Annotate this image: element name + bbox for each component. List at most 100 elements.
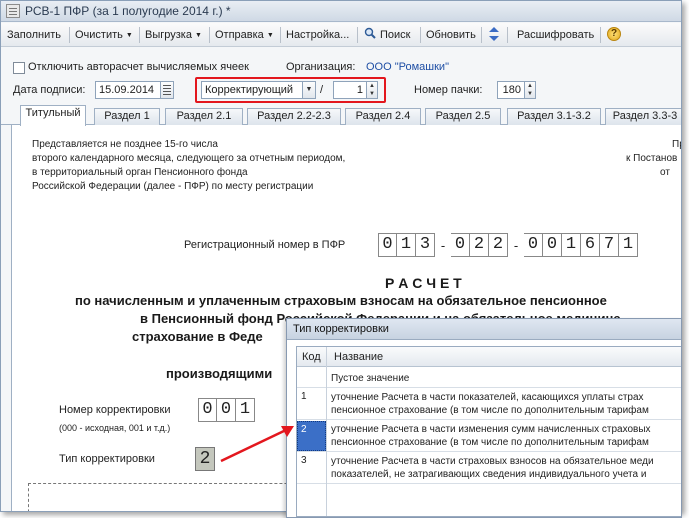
correction-digit[interactable]: 1: [236, 398, 255, 422]
reg-digit[interactable]: 0: [524, 233, 543, 257]
toolbar-separator: [507, 27, 508, 43]
fill-button[interactable]: Заполнить: [7, 26, 61, 44]
settings-button[interactable]: Настройка...: [286, 26, 349, 44]
batch-number-field[interactable]: 180: [497, 81, 525, 99]
column-header-code[interactable]: Код: [302, 347, 321, 367]
document-subheading: производящими: [166, 366, 273, 381]
row-code: 2: [301, 424, 307, 435]
tab-section-2-5[interactable]: Раздел 2.5: [425, 108, 501, 125]
tab-title-page[interactable]: Титульный: [20, 105, 86, 126]
document-subheading: страхование в Феде: [132, 329, 263, 344]
search-label: Поиск: [380, 29, 411, 41]
reg-digit[interactable]: 7: [600, 233, 619, 257]
toolbar-separator: [481, 27, 482, 43]
right-fragment: от: [660, 167, 670, 178]
correction-type-label: Тип корректировки: [59, 453, 155, 465]
highlight-frame: [195, 77, 386, 103]
reg-digit[interactable]: 2: [489, 233, 508, 257]
upload-label: Выгрузка: [145, 29, 192, 41]
batch-number-label: Номер пачки:: [414, 84, 483, 96]
reg-separator: -: [513, 237, 519, 253]
table-header: Код Название: [297, 347, 681, 367]
annotation-arrow: [220, 426, 294, 463]
document-heading: Р А С Ч Е Т: [385, 275, 462, 291]
correction-digit[interactable]: 0: [198, 398, 217, 422]
move-up-down-icon[interactable]: [487, 26, 501, 42]
reg-digit[interactable]: 3: [416, 233, 435, 257]
window-title: РСВ-1 ПФР (за 1 полугодие 2014 г.) *: [25, 4, 231, 18]
correction-type-table: Код Название Пустое значение 1 уточнение…: [296, 346, 681, 517]
decode-button[interactable]: Расшифровать: [517, 26, 594, 44]
reg-digit[interactable]: 0: [451, 233, 470, 257]
reg-digit[interactable]: 0: [543, 233, 562, 257]
reg-number-label: Регистрационный номер в ПФР: [184, 239, 346, 251]
table-row[interactable]: Пустое значение: [297, 368, 681, 388]
row-name-line: уточнение Расчета в части показателей, к…: [331, 392, 644, 403]
search-icon[interactable]: [364, 27, 376, 39]
table-row[interactable]: 1 уточнение Расчета в части показателей,…: [297, 389, 681, 420]
reg-digit[interactable]: 2: [470, 233, 489, 257]
toolbar: Заполнить Очистить ▼ Выгрузка ▼ Отправка ▼ …: [1, 23, 681, 47]
help-icon[interactable]: ?: [607, 27, 621, 41]
clear-menu-button[interactable]: Очистить ▼: [75, 26, 133, 44]
tab-section-3-3[interactable]: Раздел 3.3-3: [605, 108, 681, 125]
send-label: Отправка: [215, 29, 264, 41]
tab-section-3-1-3-2[interactable]: Раздел 3.1-3.2: [507, 108, 601, 125]
toolbar-separator: [280, 27, 281, 43]
upload-menu-button[interactable]: Выгрузка ▼: [145, 26, 202, 44]
autocalc-checkbox[interactable]: [13, 62, 25, 74]
organization-label: Организация:: [286, 61, 356, 73]
intro-line: Представляется не позднее 15-го числа: [32, 139, 218, 150]
tab-section-1[interactable]: Раздел 1: [94, 108, 160, 125]
dialog-title: Тип корректировки: [287, 319, 681, 340]
dropdown-arrow-icon: ▼: [194, 32, 202, 39]
batch-number-stepper[interactable]: ▲ ▼: [524, 81, 536, 99]
document-icon: [6, 4, 20, 18]
send-menu-button[interactable]: Отправка ▼: [215, 26, 274, 44]
row-name-line: уточнение Расчета в части изменения сумм…: [331, 424, 651, 435]
row-code: 3: [301, 455, 307, 466]
reg-digit[interactable]: 1: [562, 233, 581, 257]
row-name-line: пенсионное страхование (в том числе по д…: [331, 437, 649, 448]
selected-code-cell: 2: [297, 421, 326, 451]
search-button[interactable]: Поиск: [380, 26, 410, 44]
toolbar-separator: [600, 27, 601, 43]
reg-digit[interactable]: 1: [397, 233, 416, 257]
table-row-selected[interactable]: 2 уточнение Расчета в части изменения су…: [297, 421, 681, 452]
reg-digit[interactable]: 6: [581, 233, 600, 257]
toolbar-separator: [209, 27, 210, 43]
tab-section-2-1[interactable]: Раздел 2.1: [165, 108, 243, 125]
sign-date-field[interactable]: 15.09.2014: [95, 81, 161, 99]
row-name-line: уточнение Расчета в части страховых взно…: [331, 456, 654, 467]
calendar-icon[interactable]: [160, 81, 174, 99]
reg-digit[interactable]: 1: [619, 233, 638, 257]
column-divider: [326, 347, 327, 516]
tab-section-2-2-2-3[interactable]: Раздел 2.2-2.3: [247, 108, 341, 125]
intro-line: Российской Федерации (далее - ПФР) по ме…: [32, 181, 314, 192]
title-bar: РСВ-1 ПФР (за 1 полугодие 2014 г.) *: [1, 1, 681, 22]
decode-label: Расшифровать: [517, 29, 595, 41]
tab-section-2-4[interactable]: Раздел 2.4: [345, 108, 421, 125]
correction-number-cells: 0 0 1: [198, 398, 255, 422]
refresh-label: Обновить: [426, 29, 476, 41]
right-fragment: Пр: [672, 139, 681, 150]
correction-type-dialog: Тип корректировки Код Название Пустое зн…: [286, 318, 682, 518]
dropdown-arrow-icon: ▼: [266, 32, 274, 39]
correction-number-hint: (000 - исходная, 001 и т.д.): [59, 423, 171, 433]
column-header-name[interactable]: Название: [334, 347, 383, 367]
table-row[interactable]: 3 уточнение Расчета в части страховых вз…: [297, 453, 681, 484]
correction-type-cell[interactable]: 2: [195, 447, 215, 471]
document-subheading: по начисленным и уплаченным страховым вз…: [75, 293, 607, 308]
toolbar-separator: [357, 27, 358, 43]
refresh-button[interactable]: Обновить: [426, 26, 476, 44]
organization-link[interactable]: ООО "Ромашки": [366, 61, 449, 73]
dropdown-arrow-icon: ▼: [125, 32, 133, 39]
toolbar-separator: [69, 27, 70, 43]
reg-digit[interactable]: 0: [378, 233, 397, 257]
row-name: Пустое значение: [331, 373, 410, 384]
toolbar-separator: [139, 27, 140, 43]
correction-digit[interactable]: 0: [217, 398, 236, 422]
sign-date-label: Дата подписи:: [13, 84, 86, 96]
row-name-line: пенсионное страхование (в том числе по д…: [331, 405, 649, 416]
settings-label: Настройка...: [286, 29, 350, 41]
